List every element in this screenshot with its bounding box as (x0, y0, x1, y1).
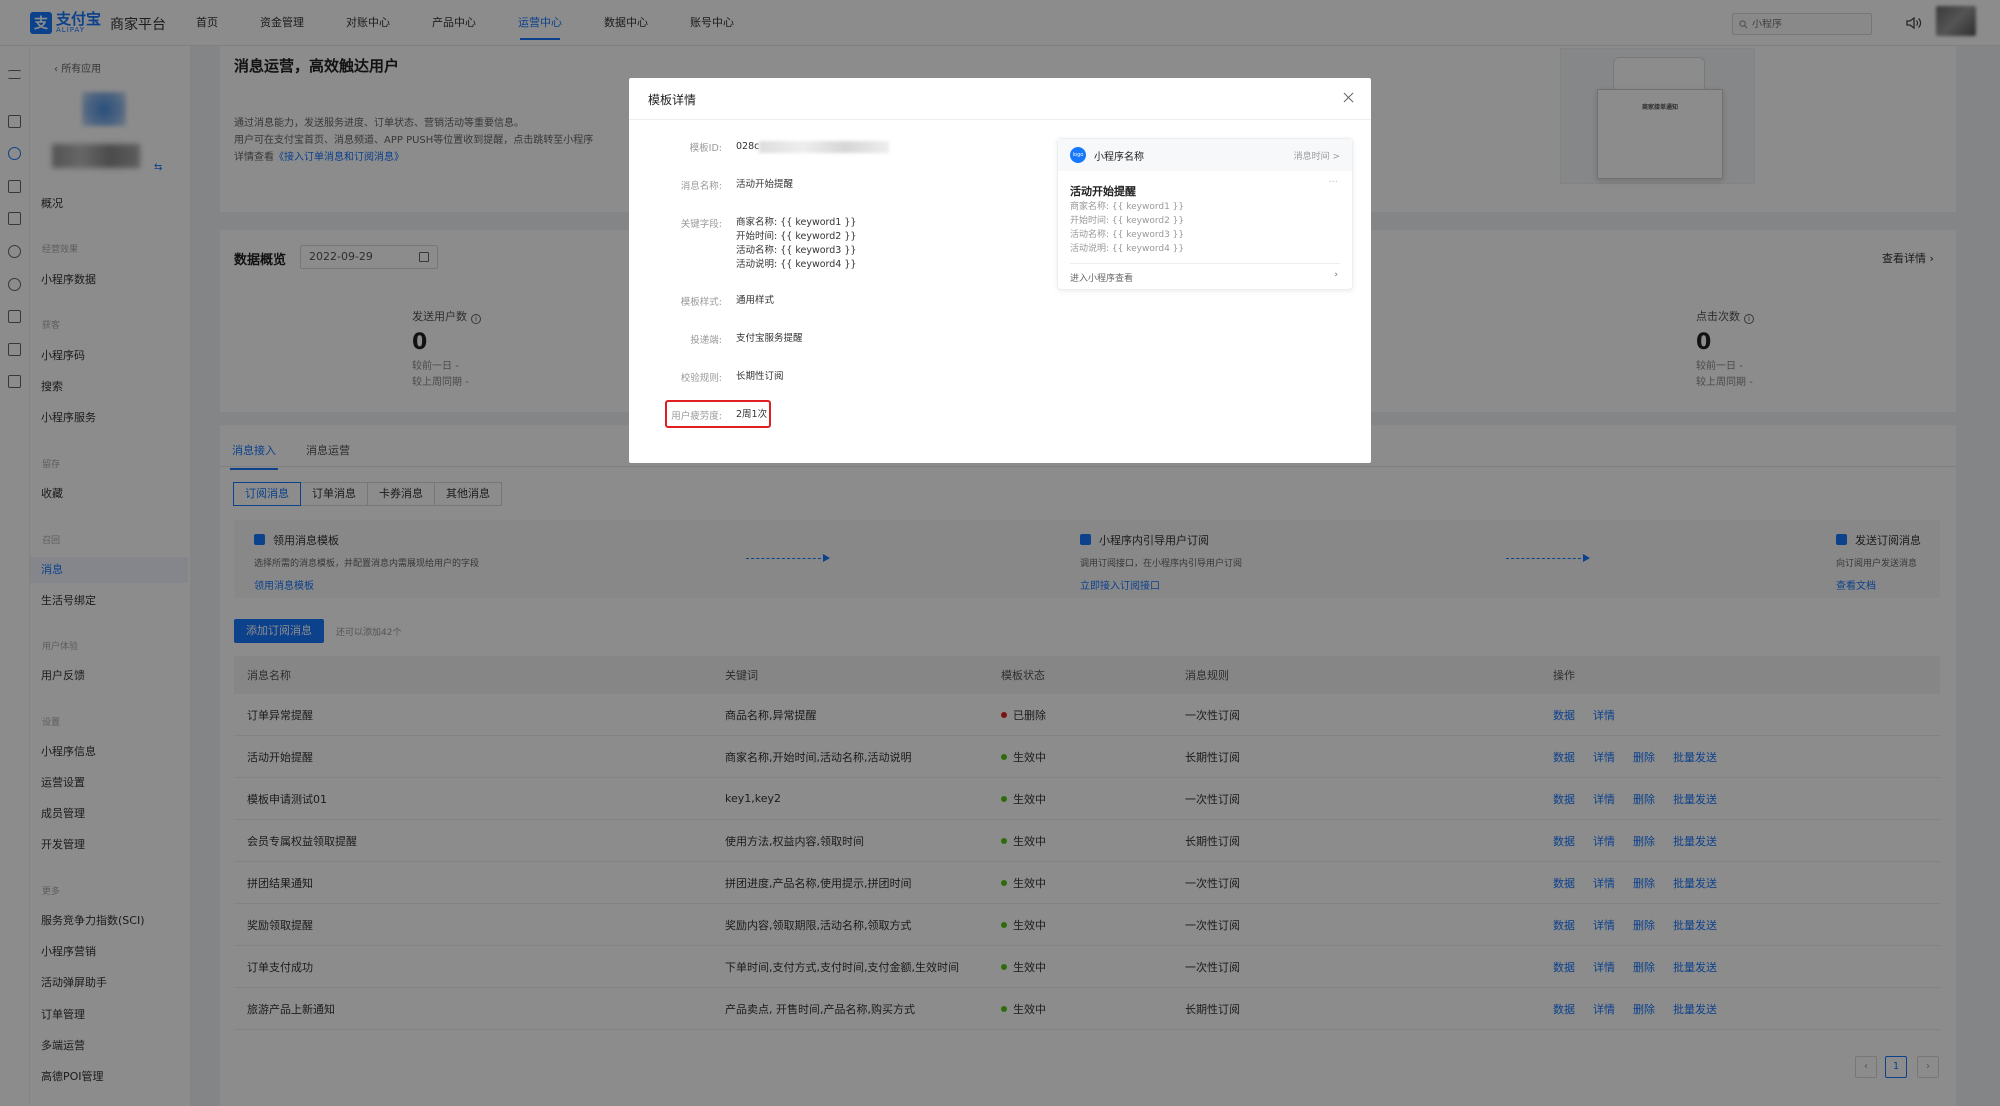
field-label: 模板ID: (689, 143, 722, 154)
preview-footer-label: 进入小程序查看 (1070, 274, 1134, 284)
modal-title: 模板详情 (629, 78, 1371, 120)
keyword-line: 开始时间: {{ keyword2 }} (736, 231, 857, 242)
field-label: 关键字段: (680, 219, 722, 230)
field-value: 长期性订阅 (736, 371, 784, 382)
fatigue-highlight-box (665, 400, 771, 428)
preview-footer: 进入小程序查看 › (1070, 263, 1340, 284)
field-value: 通用样式 (736, 295, 775, 306)
preview-lines: 商家名称: {{ keyword1 }} 开始时间: {{ keyword2 }… (1070, 200, 1184, 256)
more-icon: ··· (1328, 177, 1338, 188)
template-id-redacted (759, 140, 890, 153)
preview-header: logo 小程序名称 消息时间 > (1058, 139, 1352, 171)
miniapp-logo: logo (1070, 147, 1086, 163)
message-preview-card: logo 小程序名称 消息时间 > 活动开始提醒 ··· 商家名称: {{ ke… (1057, 138, 1353, 290)
field-label: 消息名称: (680, 181, 722, 192)
keyword-line: 商家名称: {{ keyword1 }} (736, 217, 857, 228)
preview-line: 活动说明: {{ keyword4 }} (1070, 244, 1185, 254)
field-value: 028c (736, 140, 890, 154)
preview-title: 活动开始提醒 (1070, 185, 1136, 198)
field-label: 模板样式: (680, 297, 722, 308)
preview-line: 开始时间: {{ keyword2 }} (1070, 216, 1185, 226)
field-label: 投递端: (690, 335, 722, 346)
close-icon[interactable] (1341, 90, 1357, 106)
template-detail-modal: 模板详情 模板ID: 028c 消息名称: 活动开始提醒 关键字段: 商家名称:… (629, 78, 1371, 463)
keyword-line: 活动名称: {{ keyword3 }} (736, 245, 857, 256)
template-id-prefix: 028c (736, 141, 760, 152)
message-time: 消息时间 > (1293, 151, 1340, 162)
keyword-line: 活动说明: {{ keyword4 }} (736, 259, 857, 270)
miniapp-name: 小程序名称 (1094, 151, 1144, 163)
field-value: 支付宝服务提醒 (736, 333, 803, 344)
field-label: 校验规则: (680, 373, 722, 384)
chevron-right-icon: › (1334, 270, 1338, 280)
preview-line: 商家名称: {{ keyword1 }} (1070, 202, 1185, 212)
preview-line: 活动名称: {{ keyword3 }} (1070, 230, 1185, 240)
field-value: 活动开始提醒 (736, 179, 794, 190)
field-value: 商家名称: {{ keyword1 }} 开始时间: {{ keyword2 }… (736, 216, 856, 272)
